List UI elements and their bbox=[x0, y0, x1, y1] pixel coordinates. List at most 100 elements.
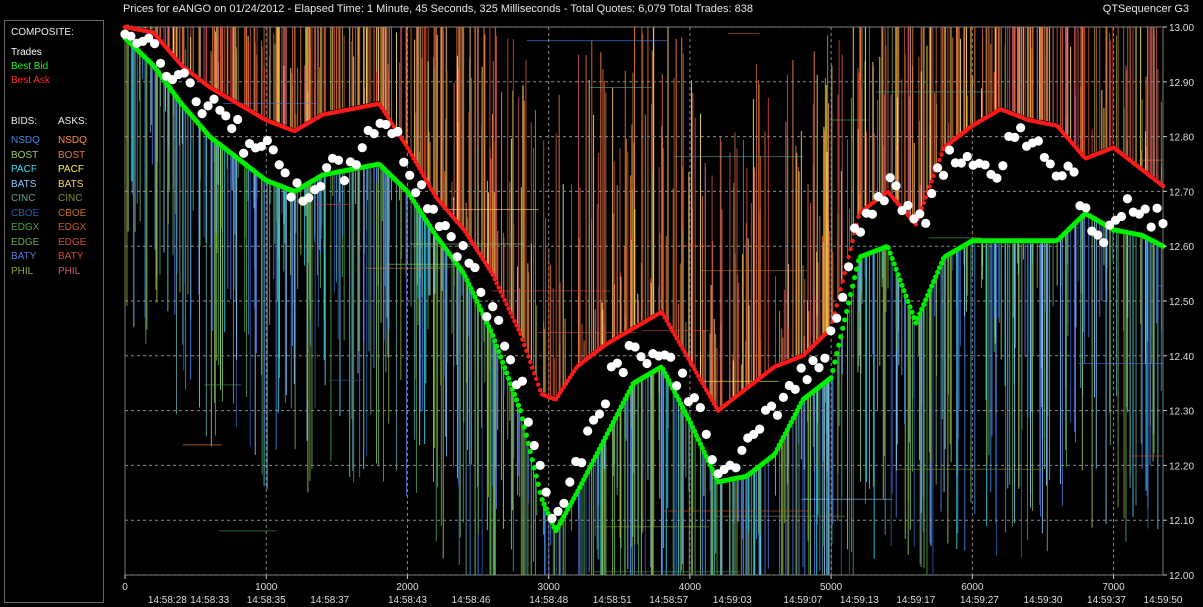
trade-point bbox=[707, 454, 717, 465]
trade-point bbox=[411, 188, 421, 198]
best-bid-point bbox=[533, 473, 539, 479]
best-ask-point bbox=[842, 270, 847, 276]
trade-point bbox=[891, 181, 901, 191]
trade-point bbox=[197, 109, 207, 119]
trade-point bbox=[416, 180, 427, 190]
best-ask-point bbox=[846, 254, 851, 260]
time-label: 14:58:51 bbox=[593, 595, 632, 606]
trade-point bbox=[233, 114, 243, 125]
best-ask-point bbox=[506, 306, 511, 311]
best-bid-point bbox=[828, 375, 834, 381]
trade-point bbox=[772, 410, 783, 420]
trade-point bbox=[405, 170, 415, 180]
trade-point bbox=[280, 168, 290, 178]
best-ask-point bbox=[522, 342, 527, 348]
best-ask-point bbox=[538, 387, 543, 393]
x-tick-label: 3000 bbox=[538, 582, 561, 593]
best-ask-point bbox=[530, 365, 535, 370]
time-label: 14:59:37 bbox=[1087, 595, 1126, 606]
best-ask-point bbox=[516, 327, 521, 332]
trade-point bbox=[529, 440, 539, 451]
time-label: 14:59:07 bbox=[783, 595, 822, 606]
trade-point bbox=[820, 353, 830, 363]
trade-point bbox=[227, 123, 237, 134]
best-bid-point bbox=[529, 457, 535, 463]
trade-point bbox=[915, 209, 925, 219]
time-label: 14:59:03 bbox=[713, 595, 752, 606]
trade-point bbox=[399, 157, 409, 167]
best-bid-point bbox=[899, 282, 905, 288]
y-tick-label: 12.30 bbox=[1169, 407, 1194, 418]
trade-point bbox=[523, 417, 533, 427]
trade-point bbox=[316, 181, 326, 192]
trade-point bbox=[239, 148, 249, 158]
trade-point bbox=[126, 31, 136, 41]
best-ask-point bbox=[838, 287, 843, 292]
trade-point bbox=[808, 355, 818, 366]
best-bid-point bbox=[903, 293, 909, 299]
time-label: 14:59:17 bbox=[896, 595, 935, 606]
best-bid-point bbox=[851, 275, 858, 281]
best-bid-point bbox=[887, 250, 893, 256]
best-ask-point bbox=[921, 200, 926, 205]
best-bid-point bbox=[842, 317, 848, 323]
time-label: 14:58:48 bbox=[529, 595, 568, 606]
trade-point bbox=[755, 424, 765, 434]
trade-point bbox=[482, 312, 492, 322]
trade-point bbox=[766, 401, 777, 411]
trade-point bbox=[191, 97, 201, 107]
best-ask-point bbox=[927, 184, 932, 189]
trade-point bbox=[1033, 136, 1044, 146]
trade-point bbox=[428, 204, 439, 214]
best-bid-point bbox=[832, 359, 838, 365]
best-bid-point bbox=[919, 306, 925, 312]
best-bid-point bbox=[502, 365, 508, 371]
trade-point bbox=[903, 200, 913, 211]
time-label: 14:59:27 bbox=[960, 595, 999, 606]
trade-point bbox=[286, 192, 296, 202]
best-ask-point bbox=[937, 157, 942, 163]
best-ask-point bbox=[532, 371, 537, 376]
best-bid-point bbox=[838, 334, 844, 340]
x-tick-label: 6000 bbox=[961, 582, 984, 593]
best-bid-point bbox=[511, 391, 518, 398]
best-ask-point bbox=[931, 173, 936, 179]
x-tick-label: 7000 bbox=[1102, 582, 1125, 593]
best-bid-point bbox=[505, 375, 512, 381]
time-label: 14:59:30 bbox=[1023, 595, 1062, 606]
trade-point bbox=[826, 326, 836, 336]
best-bid-point bbox=[923, 297, 929, 303]
trade-point bbox=[1158, 218, 1168, 229]
y-tick-label: 12.70 bbox=[1169, 187, 1194, 198]
trade-point bbox=[737, 445, 747, 456]
trade-point bbox=[476, 287, 486, 297]
best-bid-point bbox=[846, 300, 852, 306]
trade-point bbox=[879, 196, 889, 206]
x-tick-label: 0 bbox=[122, 582, 128, 593]
trade-point bbox=[838, 292, 848, 302]
trade-point bbox=[1016, 123, 1026, 133]
best-ask-point bbox=[490, 272, 495, 278]
trade-point bbox=[695, 402, 705, 413]
trade-point bbox=[292, 178, 302, 188]
y-tick-label: 12.60 bbox=[1169, 242, 1194, 253]
best-ask-point bbox=[502, 297, 507, 303]
trade-point bbox=[630, 342, 640, 352]
x-tick-label: 2000 bbox=[396, 582, 419, 593]
trade-point bbox=[494, 315, 504, 325]
trade-point bbox=[381, 119, 391, 130]
trade-point bbox=[855, 227, 866, 237]
best-bid-point bbox=[931, 278, 937, 285]
trade-point bbox=[921, 218, 931, 228]
trade-point bbox=[677, 368, 688, 378]
best-bid-point bbox=[893, 266, 899, 272]
best-bid-point bbox=[907, 304, 913, 310]
best-ask-point bbox=[514, 323, 519, 328]
trade-point bbox=[369, 129, 379, 139]
best-ask-point bbox=[534, 376, 539, 382]
x-tick-label: 1000 bbox=[255, 582, 278, 593]
trade-point bbox=[268, 145, 278, 155]
trade-point bbox=[962, 151, 972, 162]
best-ask-point bbox=[520, 337, 525, 342]
best-bid-point bbox=[895, 271, 901, 278]
